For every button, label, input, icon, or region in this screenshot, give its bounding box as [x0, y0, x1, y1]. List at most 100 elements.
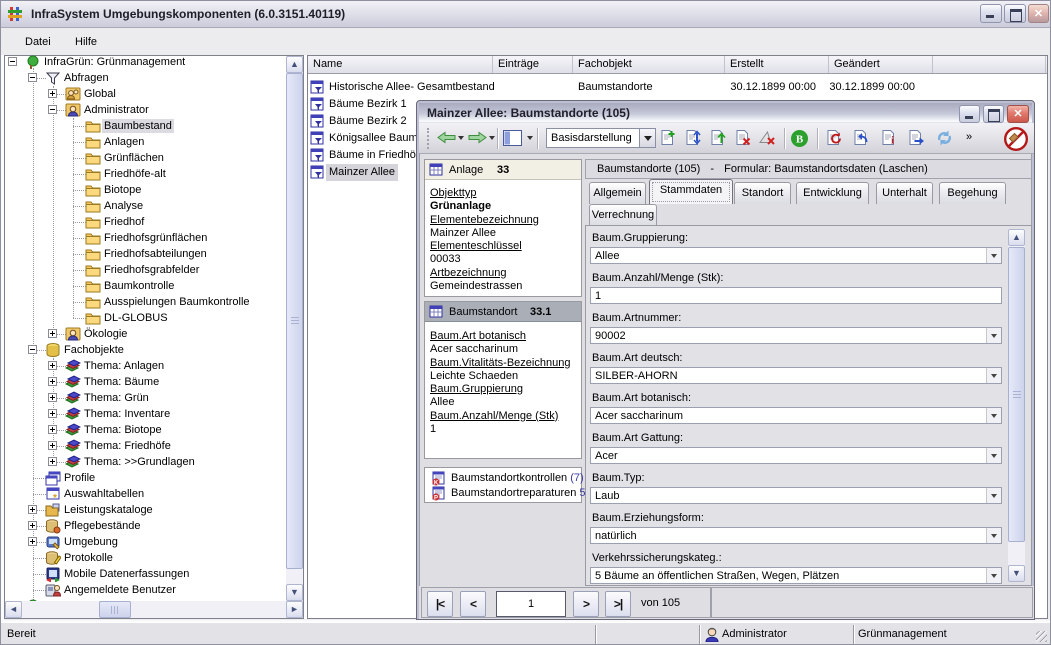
link-baumstandortkontrollen[interactable]: KBaumstandortkontrollen (7)	[429, 471, 579, 486]
undo-icon[interactable]	[852, 129, 869, 149]
close-button[interactable]	[1028, 4, 1049, 23]
field-baum-art-botanisch[interactable]: Acer saccharinum	[590, 407, 1002, 424]
dropdown-caret-icon[interactable]	[527, 136, 533, 143]
record-info-icon[interactable]: i	[880, 129, 897, 149]
tree-item-administrator[interactable]: Administrator	[5, 102, 286, 118]
tree-item-anlagen[interactable]: Anlagen	[5, 134, 286, 150]
update-record-icon[interactable]	[709, 129, 726, 149]
field-baum-typ[interactable]: Laub	[590, 487, 1002, 504]
tree-item-thema-biotope[interactable]: Thema: Biotope	[5, 422, 286, 438]
tree-item-thema-grün[interactable]: Thema: Grün	[5, 390, 286, 406]
toolbar-grip[interactable]	[427, 128, 429, 149]
tree-item-auswahltabellen[interactable]: *Auswahltabellen	[5, 486, 286, 502]
tree-item-thema-friedhöfe[interactable]: Thema: Friedhöfe	[5, 438, 286, 454]
field-dropdown-button[interactable]	[986, 448, 1001, 463]
forward-icon[interactable]	[467, 129, 488, 149]
tree-item-fachobjekte[interactable]: Fachobjekte	[5, 342, 286, 358]
collapse-minus-icon[interactable]	[28, 73, 37, 82]
field-baum-art-gattung[interactable]: Acer	[590, 447, 1002, 464]
tree-item-global[interactable]: Global	[5, 86, 286, 102]
tree-item-thema-inventare[interactable]: Thema: Inventare	[5, 406, 286, 422]
tree-item-umgebung[interactable]: Umgebung	[5, 534, 286, 550]
scroll-left-icon[interactable]: ◄	[5, 601, 22, 618]
bold-icon[interactable]: B	[790, 129, 809, 151]
more-buttons-icon[interactable]: »	[966, 131, 972, 143]
tree-item-thema-bäume[interactable]: Thema: Bäume	[5, 374, 286, 390]
anlage-info-header[interactable]: Anlage 33	[425, 160, 581, 180]
record-minimize-button[interactable]	[959, 105, 980, 123]
info-field-label[interactable]: Elementebezeichnung	[430, 214, 539, 226]
baumstandort-info-header[interactable]: Baumstandort 33.1	[425, 302, 581, 322]
expand-plus-icon[interactable]	[28, 521, 37, 530]
tree-item-ökologie[interactable]: Ökologie	[5, 326, 286, 342]
collapse-minus-icon[interactable]	[28, 345, 37, 354]
column-header-fachobjekt[interactable]: Fachobjekt	[573, 56, 725, 73]
form-scroll-thumb[interactable]	[1008, 247, 1025, 542]
info-field-label[interactable]: Elementeschlüssel	[430, 240, 522, 252]
info-field-label[interactable]: Baum.Anzahl/Menge (Stk)	[430, 410, 558, 422]
info-field-label[interactable]: Baum.Art botanisch	[430, 330, 526, 342]
tree-item-dl-globus[interactable]: DL-GLOBUS	[5, 310, 286, 326]
tab-verrechnung[interactable]: Verrechnung	[589, 204, 657, 226]
delete-record-icon[interactable]	[734, 129, 751, 149]
expand-plus-icon[interactable]	[48, 409, 57, 418]
expand-plus-icon[interactable]	[48, 329, 57, 338]
tab-unterhalt[interactable]: Unterhalt	[876, 182, 933, 204]
tab-entwicklung[interactable]: Entwicklung	[796, 182, 869, 204]
field-baum-artnummer[interactable]: 90002	[590, 327, 1002, 344]
title-bar[interactable]: InfraSystem Umgebungskomponenten (6.0.31…	[0, 0, 1051, 28]
field-baum-gruppierung[interactable]: Allee	[590, 247, 1002, 264]
maximize-button[interactable]	[1004, 4, 1026, 23]
expand-plus-icon[interactable]	[48, 377, 57, 386]
view-combo[interactable]: Basisdarstellung	[546, 128, 656, 148]
expand-plus-icon[interactable]	[48, 441, 57, 450]
tree-item-friedhofsgrünflächen[interactable]: Friedhofsgrünflächen	[5, 230, 286, 246]
expand-plus-icon[interactable]	[48, 425, 57, 434]
info-field-label[interactable]: Baum.Vitalitäts-Bezeichnung	[430, 357, 570, 369]
column-header-name[interactable]: Name	[308, 56, 493, 73]
scroll-up-icon[interactable]: ▲	[1008, 229, 1025, 246]
info-field-label[interactable]: Baum.Gruppierung	[430, 383, 523, 395]
menu-datei[interactable]: Datei	[17, 33, 59, 51]
expand-plus-icon[interactable]	[28, 505, 37, 514]
record-number-input[interactable]: 1	[496, 591, 566, 617]
tab-standort[interactable]: Standort	[734, 182, 791, 204]
tree-hscroll-thumb[interactable]	[99, 601, 131, 618]
tree-item-mobile-datenerfassungen[interactable]: Mobile Datenerfassungen	[5, 566, 286, 582]
collapse-minus-icon[interactable]	[8, 57, 17, 66]
resize-grip-icon[interactable]	[1036, 631, 1047, 642]
field-baum-art-deutsch[interactable]: SILBER-AHORN	[590, 367, 1002, 384]
column-header-erstellt[interactable]: Erstellt	[725, 56, 829, 73]
tree-vertical-scrollbar[interactable]: ▲▼	[286, 56, 303, 601]
tree-vscroll-thumb[interactable]	[286, 73, 303, 569]
field-baum-anzahl-menge-stk[interactable]: 1	[590, 287, 1002, 304]
dropdown-caret-icon[interactable]	[489, 136, 495, 143]
tree-item-thema-grundlagen[interactable]: Thema: >>Grundlagen	[5, 454, 286, 470]
tree-item-grünflächen[interactable]: Grünflächen	[5, 150, 286, 166]
info-field-label[interactable]: Objekttyp	[430, 187, 476, 199]
last-record-button[interactable]: >|	[605, 591, 631, 617]
add-multiple-icon[interactable]	[684, 129, 701, 149]
tree-item-thema-anlagen[interactable]: Thema: Anlagen	[5, 358, 286, 374]
view-combo-dropdown[interactable]	[639, 129, 655, 147]
tree-item-baumkontrolle[interactable]: Baumkontrolle	[5, 278, 286, 294]
field-dropdown-button[interactable]	[986, 248, 1001, 263]
tree-item-friedhofsgrabfelder[interactable]: Friedhofsgrabfelder	[5, 262, 286, 278]
tree-item-friedhof[interactable]: Friedhof	[5, 214, 286, 230]
collapse-minus-icon[interactable]	[48, 105, 57, 114]
tree-item-analyse[interactable]: Analyse	[5, 198, 286, 214]
field-dropdown-button[interactable]	[986, 368, 1001, 383]
field-dropdown-button[interactable]	[986, 408, 1001, 423]
tree-item-leistungskataloge[interactable]: Leistungskataloge	[5, 502, 286, 518]
tree-item-baumbestand[interactable]: Baumbestand	[5, 118, 286, 134]
tree-horizontal-scrollbar[interactable]: ◄►	[5, 601, 303, 618]
record-maximize-button[interactable]	[983, 105, 1004, 123]
view-mode-icon[interactable]	[502, 129, 523, 150]
tree-item-pflegebestände[interactable]: Pflegebestände	[5, 518, 286, 534]
tree-item-profile[interactable]: Profile	[5, 470, 286, 486]
field-baum-erziehungsform[interactable]: natürlich	[590, 527, 1002, 544]
stop-editing-icon[interactable]	[1003, 126, 1029, 155]
tree-item-ausspielungen-baumkontrolle[interactable]: Ausspielungen Baumkontrolle	[5, 294, 286, 310]
dropdown-caret-icon[interactable]	[458, 136, 464, 143]
list-row-historische-allee-gesamtbestand[interactable]: Historische Allee- GesamtbestandBaumstan…	[308, 79, 1047, 96]
